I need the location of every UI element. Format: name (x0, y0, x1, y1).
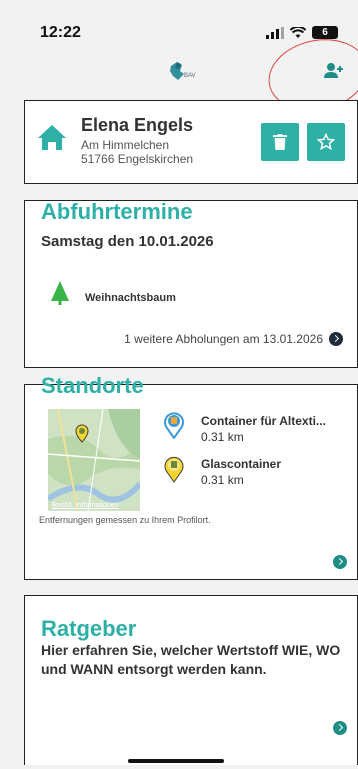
abfuhrtermine-card[interactable]: Abfuhrtermine Samstag den 10.01.2026 Wei… (24, 199, 358, 368)
signal-icon (266, 26, 284, 39)
delete-profile-button[interactable] (261, 123, 299, 161)
glass-container-pin-icon (164, 456, 184, 483)
arrow-right-icon[interactable] (333, 555, 347, 569)
trash-icon (273, 134, 287, 150)
location-distance-1: 0.31 km (201, 430, 244, 444)
map-thumbnail[interactable]: Rechtl. Informationen (48, 409, 140, 511)
status-icons: 6 (266, 26, 338, 39)
ratgeber-text: Hier erfahren Sie, welcher Wertstoff WIE… (41, 642, 341, 677)
profile-card[interactable]: Elena Engels Am Himmelchen 51766 Engelsk… (24, 100, 358, 184)
star-icon (317, 133, 335, 151)
profile-city: 51766 Engelskirchen (81, 152, 194, 166)
app-screen: 12:22 6 BAV Elena Engels Am Himmelchen 5… (0, 0, 358, 769)
map-image (48, 409, 140, 511)
more-pickups-link[interactable]: 1 weitere Abholungen am 13.01.2026 (124, 332, 343, 346)
abfuhr-item-label: Weihnachtsbaum (85, 292, 176, 304)
abfuhrtermine-title: Abfuhrtermine (41, 199, 193, 224)
ratgeber-title: Ratgeber (41, 616, 137, 641)
location-name-1: Container für Altexti... (201, 414, 326, 428)
status-time: 12:22 (40, 24, 81, 41)
battery-icon: 6 (312, 26, 338, 39)
profile-name: Elena Engels (81, 115, 194, 135)
abfuhr-date: Samstag den 10.01.2026 (41, 233, 214, 250)
bav-logo-icon: BAV (170, 62, 196, 80)
map-legal-link[interactable]: Rechtl. Informationen (52, 502, 119, 509)
status-bar: 12:22 6 (0, 20, 358, 44)
arrow-right-icon[interactable] (333, 721, 347, 735)
standorte-card[interactable]: Standorte Rechtl. Informationen Containe… (24, 373, 358, 580)
arrow-right-icon (329, 332, 343, 346)
profile-street: Am Himmelchen (81, 138, 170, 152)
location-distance-2: 0.31 km (201, 473, 244, 487)
wifi-icon (290, 26, 306, 38)
home-indicator (128, 759, 224, 763)
location-name-2: Glascontainer (201, 457, 282, 471)
favorite-button[interactable] (307, 123, 345, 161)
svg-text:BAV: BAV (184, 73, 196, 79)
distance-note: Entfernungen gemessen zu Ihrem Profilort… (39, 515, 211, 525)
textile-container-pin-icon (164, 412, 184, 439)
tree-icon (51, 281, 69, 305)
more-pickups-label: 1 weitere Abholungen am 13.01.2026 (124, 332, 323, 346)
home-icon (38, 125, 66, 150)
standorte-title: Standorte (41, 373, 144, 398)
ratgeber-card[interactable]: Ratgeber Hier erfahren Sie, welcher Wert… (24, 595, 358, 765)
